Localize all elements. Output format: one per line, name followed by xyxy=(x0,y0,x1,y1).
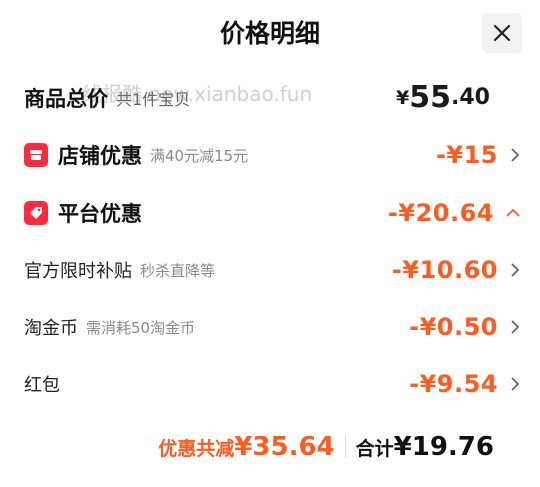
chevron-right-icon xyxy=(511,377,520,391)
total-price-decimal: .40 xyxy=(451,85,490,110)
platform-discount-row[interactable]: 平台优惠 -¥20.64 xyxy=(24,198,520,228)
store-discount-label: 店铺优惠 xyxy=(58,144,142,168)
store-discount-amount: -¥15 xyxy=(435,141,498,169)
tag-icon xyxy=(24,201,48,225)
chevron-right-icon xyxy=(511,320,520,334)
coins-label: 淘金币 xyxy=(24,318,78,339)
official-subsidy-value: -¥10.60 xyxy=(392,256,520,284)
total-price-integer: 55 xyxy=(409,80,452,115)
store-icon xyxy=(24,143,48,167)
total-amount: ¥19.76 xyxy=(393,432,494,462)
coins-desc: 需消耗50淘金币 xyxy=(86,318,196,337)
official-subsidy-desc: 秒杀直降等 xyxy=(140,261,216,280)
total-price-value: ¥ 55 .40 xyxy=(396,80,490,115)
red-packet-row[interactable]: 红包 -¥9.54 xyxy=(24,370,520,398)
official-subsidy-row[interactable]: 官方限时补贴 秒杀直降等 -¥10.60 xyxy=(24,256,520,284)
chevron-right-icon xyxy=(511,263,520,277)
red-packet-value: -¥9.54 xyxy=(409,370,520,398)
chevron-right-icon xyxy=(511,148,520,162)
divider xyxy=(344,436,346,458)
page-title: 价格明细 xyxy=(219,19,320,48)
red-packet-label: 红包 xyxy=(24,375,60,396)
coins-value: -¥0.50 xyxy=(409,313,520,341)
chevron-up-icon xyxy=(506,208,520,217)
item-count: 共1件宝贝 xyxy=(116,89,191,109)
total-label: 合计 xyxy=(355,438,394,460)
close-button[interactable] xyxy=(482,13,522,53)
savings-amount: ¥35.64 xyxy=(234,432,335,462)
close-icon xyxy=(493,24,511,42)
platform-discount-label: 平台优惠 xyxy=(58,202,142,226)
total-price-label: 商品总价 xyxy=(24,86,108,111)
savings-label: 优惠共减 xyxy=(158,438,235,460)
platform-discount-amount: -¥20.64 xyxy=(387,199,494,227)
total-price-row: 商品总价 共1件宝贝 ¥ 55 .40 xyxy=(24,80,520,115)
coins-amount: -¥0.50 xyxy=(409,313,498,341)
store-discount-value: -¥15 xyxy=(436,141,520,169)
store-discount-desc: 满40元减15元 xyxy=(150,146,249,165)
official-subsidy-label: 官方限时补贴 xyxy=(24,261,132,282)
currency-symbol: ¥ xyxy=(396,86,410,109)
official-subsidy-amount: -¥10.60 xyxy=(391,256,498,284)
coins-row[interactable]: 淘金币 需消耗50淘金币 -¥0.50 xyxy=(24,313,520,341)
total-summary: 优惠共减 ¥35.64 合计 ¥19.76 xyxy=(158,432,494,462)
store-discount-row[interactable]: 店铺优惠 满40元减15元 -¥15 xyxy=(24,140,520,170)
red-packet-amount: -¥9.54 xyxy=(409,370,498,398)
platform-discount-value: -¥20.64 xyxy=(388,199,520,227)
